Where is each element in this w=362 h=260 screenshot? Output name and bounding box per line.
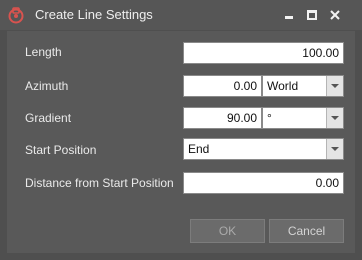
gradient-unit-select[interactable]: °: [262, 107, 344, 129]
ok-button[interactable]: OK: [190, 219, 265, 243]
chevron-down-icon[interactable]: [326, 139, 343, 159]
distance-input[interactable]: 0.00: [183, 172, 344, 194]
azimuth-input[interactable]: 0.00: [183, 75, 262, 97]
title-bar[interactable]: Create Line Settings: [0, 0, 362, 30]
azimuth-reference-select[interactable]: World: [262, 75, 344, 97]
chevron-down-icon[interactable]: [326, 76, 343, 96]
close-icon[interactable]: [325, 6, 345, 24]
distance-label: Distance from Start Position: [25, 176, 174, 190]
length-label: Length: [25, 45, 62, 59]
cancel-button[interactable]: Cancel: [269, 219, 344, 243]
create-line-settings-dialog: Create Line Settings Length 100.00 Azimu…: [0, 0, 362, 260]
settings-panel: Length 100.00 Azimuth 0.00 World Gradien…: [7, 31, 355, 253]
start-position-label: Start Position: [25, 143, 97, 157]
window-title: Create Line Settings: [35, 7, 153, 22]
maximize-icon[interactable]: [302, 6, 322, 24]
length-input[interactable]: 100.00: [183, 42, 344, 64]
line-tool-icon: [7, 6, 25, 24]
chevron-down-icon[interactable]: [326, 108, 343, 128]
azimuth-reference-value: World: [267, 79, 299, 93]
gradient-label: Gradient: [25, 111, 72, 125]
gradient-unit-value: °: [267, 111, 272, 125]
start-position-select[interactable]: End: [183, 138, 344, 160]
gradient-input[interactable]: 90.00: [183, 107, 262, 129]
minimize-icon[interactable]: [279, 6, 299, 24]
azimuth-label: Azimuth: [25, 79, 69, 93]
start-position-value: End: [188, 142, 210, 156]
